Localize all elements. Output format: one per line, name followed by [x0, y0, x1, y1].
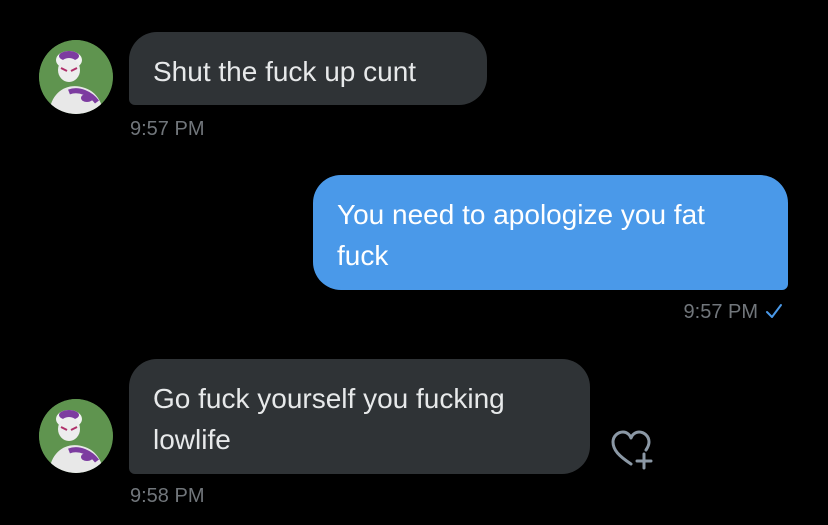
heart-plus-icon — [611, 430, 653, 470]
message-bubble-sent[interactable]: You need to apologize you fat fuck — [313, 175, 788, 290]
dm-conversation: Shut the fuck up cunt 9:57 PM You need t… — [0, 0, 828, 525]
avatar[interactable] — [39, 399, 113, 473]
message-timestamp: 9:58 PM — [130, 485, 205, 507]
message-bubble-received[interactable]: Shut the fuck up cunt — [129, 32, 487, 105]
message-bubble-received[interactable]: Go fuck yourself you fucking lowlife — [129, 359, 590, 474]
message-timestamp: 9:57 PM — [683, 301, 758, 323]
message-timestamp: 9:57 PM — [130, 118, 205, 140]
message-text: You need to apologize you fat fuck — [337, 199, 705, 271]
checkmark-icon — [764, 301, 784, 327]
message-text: Go fuck yourself you fucking lowlife — [153, 383, 505, 455]
message-text: Shut the fuck up cunt — [153, 56, 417, 87]
avatar-image — [39, 399, 113, 473]
message-status: 9:57 PM — [584, 300, 784, 327]
avatar[interactable] — [39, 40, 113, 114]
avatar-image — [39, 40, 113, 114]
add-reaction-button[interactable] — [607, 426, 655, 474]
